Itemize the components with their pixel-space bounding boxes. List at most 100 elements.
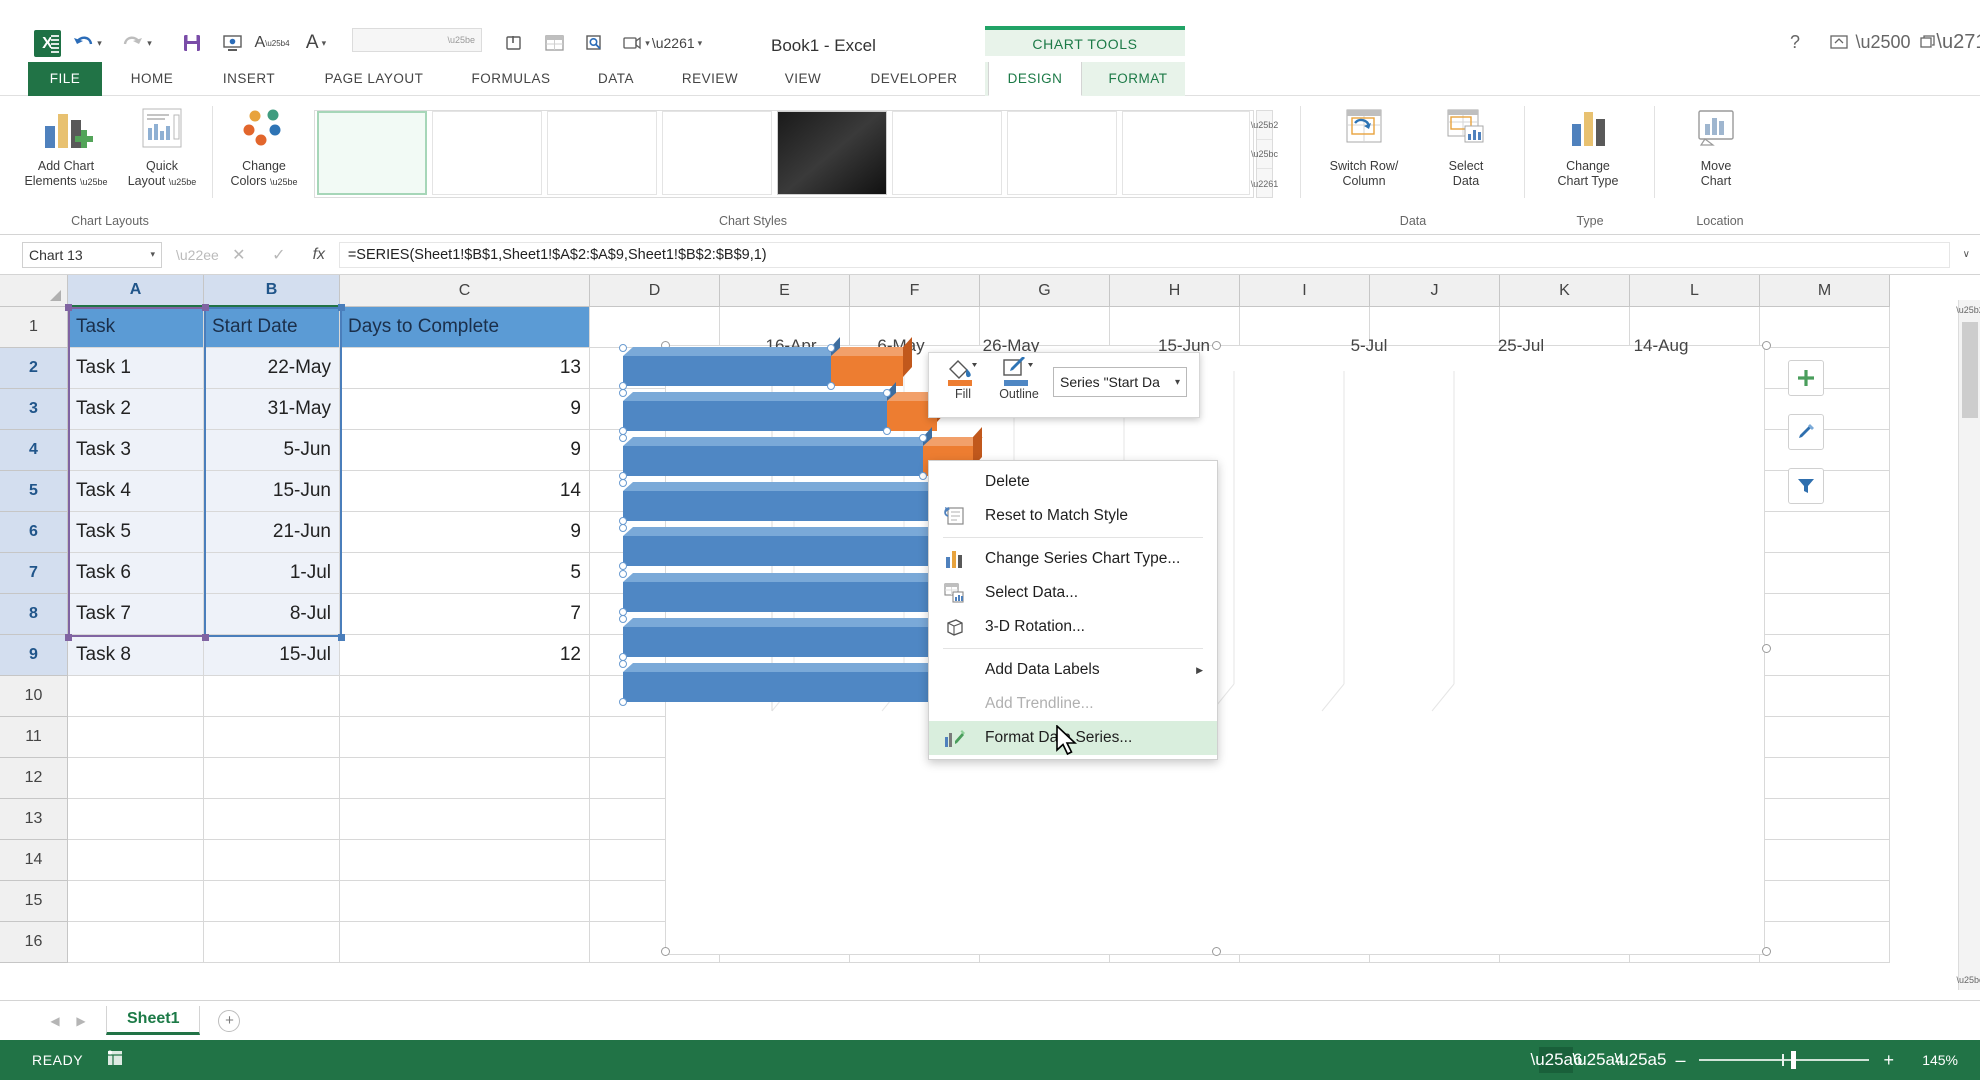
chart-style-option[interactable] bbox=[1007, 111, 1117, 195]
cell-C13[interactable] bbox=[340, 799, 590, 840]
qat-table-button[interactable] bbox=[540, 28, 568, 58]
cell-C11[interactable] bbox=[340, 717, 590, 758]
cell-b6[interactable]: 21-Jun bbox=[204, 512, 340, 553]
column-header-H[interactable]: H bbox=[1110, 275, 1240, 307]
chart-bar-start-date[interactable] bbox=[623, 472, 971, 521]
context-menu-item-select-data[interactable]: Select Data... bbox=[929, 576, 1217, 610]
cell-A13[interactable] bbox=[68, 799, 204, 840]
confirm-entry-button[interactable]: ✓ bbox=[259, 241, 299, 269]
prev-sheet-button[interactable]: ◀ bbox=[42, 1014, 68, 1028]
cell-b1[interactable]: Start Date bbox=[204, 307, 340, 348]
cell-B10[interactable] bbox=[204, 676, 340, 717]
chart-styles-scroll[interactable]: \u25b2 \u25bc \u2261 bbox=[1251, 110, 1278, 198]
cell-a9[interactable]: Task 8 bbox=[68, 635, 204, 676]
cell-C16[interactable] bbox=[340, 922, 590, 963]
cell-M1[interactable] bbox=[1760, 307, 1890, 348]
selection-handle[interactable] bbox=[338, 634, 345, 641]
cell-b3[interactable]: 31-May bbox=[204, 389, 340, 430]
ribbon-tab-file[interactable]: FILE bbox=[28, 62, 102, 96]
qat-font-caret-icon[interactable]: ▾ bbox=[322, 38, 327, 49]
context-menu-item-change-series-chart-type[interactable]: Change Series Chart Type... bbox=[929, 542, 1217, 576]
cell-D1[interactable] bbox=[590, 307, 720, 348]
row-header-3[interactable]: 3 bbox=[0, 389, 68, 430]
expand-formula-bar-button[interactable]: ∨ bbox=[1963, 249, 1970, 260]
qat-attach-button[interactable] bbox=[500, 28, 528, 58]
scroll-up-button[interactable]: \u25b2 bbox=[1956, 300, 1980, 320]
series-selection-node[interactable] bbox=[619, 344, 627, 352]
qat-font-color-button[interactable]: A ▾ bbox=[298, 28, 334, 58]
selection-handle[interactable] bbox=[202, 304, 209, 311]
qat-camera-button[interactable]: ▾ bbox=[618, 28, 654, 58]
vertical-scroll-thumb[interactable] bbox=[1962, 322, 1978, 418]
name-box-caret-icon[interactable]: ▾ bbox=[150, 249, 155, 260]
series-selection-node[interactable] bbox=[619, 570, 627, 578]
cell-M9[interactable] bbox=[1760, 635, 1890, 676]
cell-a2[interactable]: Task 1 bbox=[68, 348, 204, 389]
qat-undo-button[interactable]: ▾ bbox=[72, 28, 102, 58]
selection-handle[interactable] bbox=[65, 634, 72, 641]
ribbon-tab-page-layout[interactable]: PAGE LAYOUT bbox=[304, 62, 444, 96]
zoom-in-button[interactable]: + bbox=[1883, 1050, 1894, 1071]
close-button[interactable]: \u2715 bbox=[1936, 26, 1980, 58]
cell-C14[interactable] bbox=[340, 840, 590, 881]
ribbon-tab-insert[interactable]: INSERT bbox=[204, 62, 294, 96]
cell-c3[interactable]: 9 bbox=[340, 389, 590, 430]
series-selection-node[interactable] bbox=[919, 434, 927, 442]
qat-zoom-button[interactable] bbox=[580, 28, 610, 58]
page-break-preview-button[interactable]: \u25a5 bbox=[1614, 1047, 1666, 1073]
row-header-15[interactable]: 15 bbox=[0, 881, 68, 922]
cell-M15[interactable] bbox=[1760, 881, 1890, 922]
qat-font-name-box[interactable]: \u25be bbox=[352, 28, 482, 52]
series-selection-node[interactable] bbox=[619, 479, 627, 487]
row-header-6[interactable]: 6 bbox=[0, 512, 68, 553]
cell-c5[interactable]: 14 bbox=[340, 471, 590, 512]
select-data-button[interactable]: Select Data bbox=[1424, 106, 1508, 189]
next-sheet-button[interactable]: ▶ bbox=[68, 1014, 94, 1028]
add-sheet-button[interactable]: + bbox=[218, 1009, 241, 1032]
row-header-7[interactable]: 7 bbox=[0, 553, 68, 594]
cell-C12[interactable] bbox=[340, 758, 590, 799]
chart-style-option[interactable] bbox=[547, 111, 657, 195]
chart-style-option[interactable] bbox=[317, 111, 427, 195]
cell-A14[interactable] bbox=[68, 840, 204, 881]
cell-C10[interactable] bbox=[340, 676, 590, 717]
chart-bar-start-date[interactable] bbox=[623, 337, 841, 386]
row-header-12[interactable]: 12 bbox=[0, 758, 68, 799]
row-header-1[interactable]: 1 bbox=[0, 307, 68, 348]
zoom-slider-knob[interactable] bbox=[1791, 1051, 1797, 1069]
column-header-E[interactable]: E bbox=[720, 275, 850, 307]
cell-c9[interactable]: 12 bbox=[340, 635, 590, 676]
qat-undo-caret-icon[interactable]: ▾ bbox=[97, 38, 102, 49]
series-selection-node[interactable] bbox=[619, 615, 627, 623]
selection-handle[interactable] bbox=[338, 304, 345, 311]
zoom-level-label[interactable]: 145% bbox=[1894, 1052, 1958, 1068]
vertical-scrollbar[interactable]: \u25b2 \u25bc bbox=[1956, 300, 1980, 990]
column-header-I[interactable]: I bbox=[1240, 275, 1370, 307]
qat-redo-button[interactable]: ▾ bbox=[122, 28, 152, 58]
cell-M10[interactable] bbox=[1760, 676, 1890, 717]
qat-redo-caret-icon[interactable]: ▾ bbox=[147, 38, 152, 49]
cell-B15[interactable] bbox=[204, 881, 340, 922]
series-selection-node[interactable] bbox=[883, 427, 891, 435]
chart-style-option[interactable] bbox=[432, 111, 542, 195]
series-selection-node[interactable] bbox=[619, 434, 627, 442]
cell-M14[interactable] bbox=[1760, 840, 1890, 881]
chart-elements-button[interactable] bbox=[1788, 360, 1824, 396]
row-header-11[interactable]: 11 bbox=[0, 717, 68, 758]
chart-style-option[interactable] bbox=[662, 111, 772, 195]
quick-layout-button[interactable]: Quick Layout \u25be bbox=[120, 106, 204, 190]
cell-c4[interactable]: 9 bbox=[340, 430, 590, 471]
series-selection-node[interactable] bbox=[619, 524, 627, 532]
series-selection-node[interactable] bbox=[827, 382, 835, 390]
page-layout-view-button[interactable]: \u25a4 bbox=[1572, 1047, 1624, 1073]
add-chart-element-button[interactable]: Add Chart Elements \u25be bbox=[18, 106, 114, 190]
context-menu-item-delete[interactable]: Delete bbox=[929, 465, 1217, 499]
cell-c2[interactable]: 13 bbox=[340, 348, 590, 389]
cell-a5[interactable]: Task 4 bbox=[68, 471, 204, 512]
insert-function-button[interactable]: fx bbox=[299, 241, 339, 269]
change-chart-type-button[interactable]: Change Chart Type bbox=[1532, 106, 1644, 189]
chart-style-option[interactable] bbox=[1122, 111, 1250, 195]
chart-bar-start-date[interactable] bbox=[623, 382, 897, 431]
row-header-16[interactable]: 16 bbox=[0, 922, 68, 963]
selection-handle[interactable] bbox=[202, 634, 209, 641]
